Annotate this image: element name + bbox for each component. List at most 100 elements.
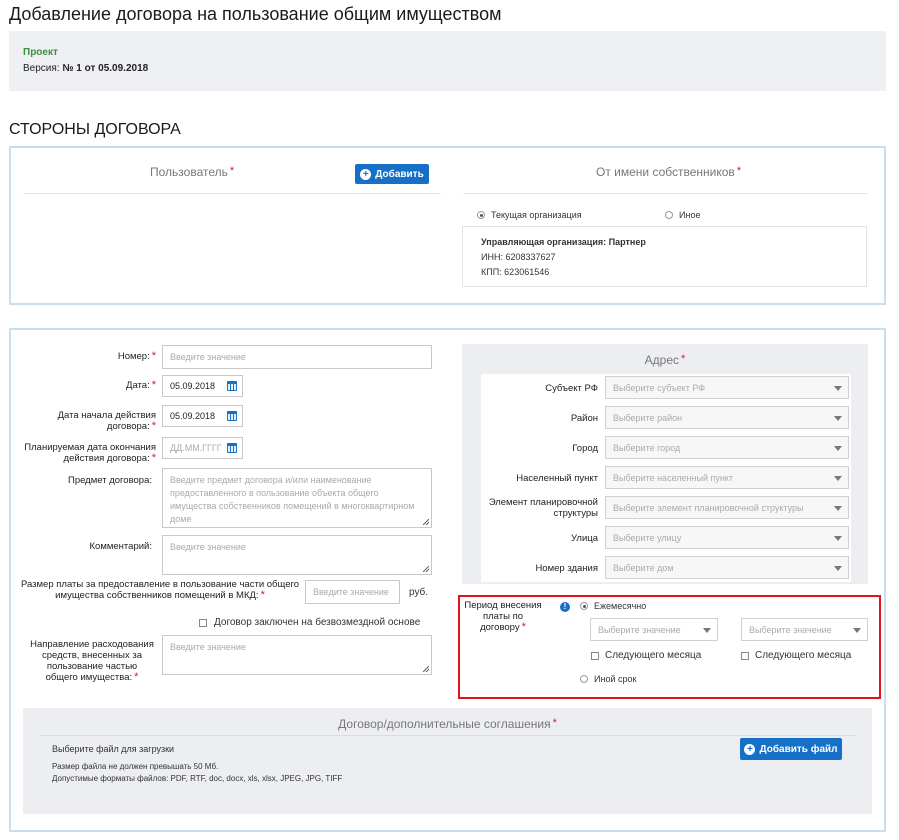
next-month-checkbox-1[interactable]: Следующего месяца [591,650,701,661]
radio-current-org-indicator[interactable] [477,211,485,219]
owners-label: От имени собственников [596,165,735,179]
owners-header-divider [463,193,868,194]
upload-size-note: Размер файла не должен превышать 50 Мб. [52,762,219,771]
version-value: № 1 от 05.09.2018 [62,63,149,74]
address-field-placeholder: Выберите дом [613,562,674,573]
resize-handle-icon[interactable] [423,666,429,672]
direction-textarea[interactable]: Введите значение [162,635,432,675]
number-input[interactable]: Введите значение [162,345,432,369]
address-field-label: Населенный пункт [516,473,598,484]
free-basis-label: Договор заключен на безвозмездной основе [214,617,421,628]
address-field-placeholder: Выберите субъект РФ [613,382,706,393]
free-basis-checkbox[interactable]: Договор заключен на безвозмездной основе [199,617,420,628]
address-title: Адрес * [644,353,686,367]
end-date-input[interactable]: ДД.ММ.ГГГГ [162,437,243,459]
required-mark: * [229,165,235,177]
resize-handle-icon[interactable] [423,566,429,572]
user-label: Пользователь [150,165,228,179]
payment-select-1[interactable]: Выберите значение [590,618,718,641]
chevron-down-icon [834,535,842,541]
payment-select-2[interactable]: Выберите значение [741,618,868,641]
start-date-value: 05.09.2018 [170,411,216,421]
parties-section-title: СТОРОНЫ ДОГОВОРА [9,121,181,138]
status-label: Проект [23,47,58,58]
chevron-down-icon [834,385,842,391]
address-field-label: Номер здания [535,563,598,574]
org-inn: ИНН: 6208337627 [481,252,556,262]
date-input[interactable]: 05.09.2018 [162,375,243,397]
free-basis-checkbox-box[interactable] [199,618,207,627]
address-field-label: Элемент планировочной структуры [488,497,598,519]
address-field-select[interactable]: Выберите город [605,436,849,459]
address-field-select[interactable]: Выберите улицу [605,526,849,549]
resize-handle-icon[interactable] [423,519,429,525]
fee-unit: руб. [409,587,429,598]
payment-period-label: Период внесения платы по договору * [464,600,542,633]
fee-input[interactable]: Введите значение [305,580,400,604]
address-field-placeholder: Выберите район [613,412,683,423]
next-month-checkbox-2-box[interactable] [741,651,749,660]
org-kpp: КПП: 623061546 [481,267,550,277]
calendar-icon[interactable] [227,381,237,391]
required-mark: * [736,165,742,177]
plus-circle-icon: + [744,743,756,755]
address-field-select[interactable]: Выберите субъект РФ [605,376,849,399]
date-label: Дата: * [126,379,156,392]
radio-other-term[interactable]: Иной срок [580,674,636,684]
chevron-down-icon [834,445,842,451]
add-file-button[interactable]: + Добавить файл [740,738,842,760]
radio-other-indicator[interactable] [665,211,673,219]
address-field-placeholder: Выберите элемент планировочной структуры [613,502,804,513]
address-field-placeholder: Выберите населенный пункт [613,472,733,483]
page-title: Добавление договора на пользование общим… [9,4,502,24]
add-user-button[interactable]: + Добавить [355,164,429,184]
radio-other[interactable]: Иное [665,210,700,220]
next-month-checkbox-2[interactable]: Следующего месяца [741,650,851,661]
radio-monthly[interactable]: Ежемесячно [580,601,646,611]
plus-circle-icon: + [360,168,372,180]
address-field-placeholder: Выберите город [613,442,681,453]
comment-textarea[interactable]: Введите значение [162,535,432,575]
address-field-label: Улица [571,533,598,544]
upload-title-divider [40,735,855,736]
user-header-divider [23,193,441,194]
chevron-down-icon [834,475,842,481]
chevron-down-icon [703,627,711,633]
address-field-select[interactable]: Выберите дом [605,556,849,579]
calendar-icon[interactable] [227,411,237,421]
start-date-label: Дата начала действия договора: * [57,410,156,432]
payment-select-1-placeholder: Выберите значение [598,624,681,635]
org-name: Управляющая организация: Партнер [481,237,646,247]
add-button-label: Добавить [375,168,424,180]
next-month-checkbox-1-box[interactable] [591,651,599,660]
address-field-select[interactable]: Выберите населенный пункт [605,466,849,489]
radio-other-term-indicator[interactable] [580,675,588,683]
chevron-down-icon [834,415,842,421]
address-field-select[interactable]: Выберите элемент планировочной структуры [605,496,849,519]
owners-column-header: От имени собственников * [596,165,741,179]
next-month-label-1: Следующего месяца [605,650,702,661]
number-label: Номер: * [117,350,156,363]
comment-placeholder: Введите значение [170,542,246,552]
chevron-down-icon [834,505,842,511]
info-icon[interactable]: ! [560,602,570,612]
address-field-label: Город [572,443,598,454]
start-date-input[interactable]: 05.09.2018 [162,405,243,427]
radio-current-org[interactable]: Текущая организация [477,210,582,220]
subject-textarea[interactable]: Введите предмет договора и/или наименова… [162,468,432,528]
direction-placeholder: Введите значение [170,642,246,652]
subject-placeholder: Введите предмет договора и/или наименова… [170,475,415,524]
direction-label: Направление расходования средств, внесен… [30,639,154,683]
radio-other-label: Иное [679,210,701,220]
comment-label: Комментарий: [89,541,152,552]
next-month-label-2: Следующего месяца [755,650,852,661]
subject-label: Предмет договора: [67,475,152,486]
fee-label: Размер платы за предоставление в пользов… [20,579,300,601]
add-file-button-label: Добавить файл [759,743,838,755]
calendar-icon[interactable] [227,443,237,453]
address-field-select[interactable]: Выберите район [605,406,849,429]
radio-other-term-label: Иной срок [594,674,637,684]
radio-monthly-indicator[interactable] [580,602,588,610]
upload-choose-text: Выберите файл для загрузки [52,744,175,754]
date-value: 05.09.2018 [170,381,216,391]
